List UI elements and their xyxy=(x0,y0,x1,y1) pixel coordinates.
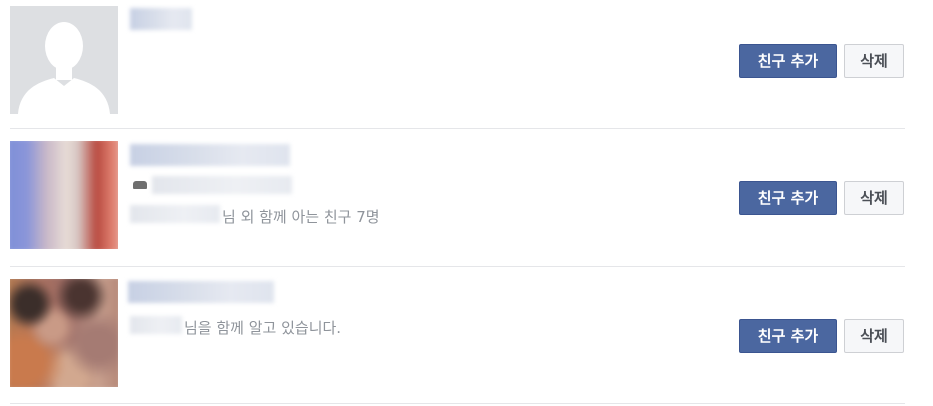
friend-request-row: 님을 함께 알고 있습니다. 친구 추가 삭제 xyxy=(0,267,905,404)
default-avatar-silhouette-icon xyxy=(10,6,118,114)
add-friend-button[interactable]: 친구 추가 xyxy=(739,319,837,353)
avatar[interactable] xyxy=(10,141,118,249)
name-redacted[interactable] xyxy=(128,281,274,303)
friend-request-row: 님 외 함께 아는 친구 7명 친구 추가 삭제 xyxy=(0,129,905,267)
row-divider xyxy=(10,403,905,404)
avatar-image-redacted xyxy=(10,141,118,249)
mutual-friends-text: 님을 함께 알고 있습니다. xyxy=(184,319,342,337)
workplace-redacted xyxy=(152,176,292,194)
add-friend-button[interactable]: 친구 추가 xyxy=(739,181,837,215)
avatar[interactable] xyxy=(10,6,118,114)
mutual-friend-name-redacted xyxy=(130,205,220,223)
work-icon xyxy=(133,181,147,189)
name-redacted[interactable] xyxy=(130,144,290,166)
friend-request-row: 친구 추가 삭제 xyxy=(0,0,905,129)
delete-button[interactable]: 삭제 xyxy=(844,319,904,353)
mutual-friends-text: 님 외 함께 아는 친구 7명 xyxy=(222,208,380,226)
add-friend-button[interactable]: 친구 추가 xyxy=(739,44,837,78)
avatar-image-redacted xyxy=(10,279,118,387)
delete-button[interactable]: 삭제 xyxy=(844,181,904,215)
avatar[interactable] xyxy=(10,279,118,387)
delete-button[interactable]: 삭제 xyxy=(844,44,904,78)
mutual-friend-name-redacted xyxy=(130,316,182,334)
name-redacted[interactable] xyxy=(130,8,192,30)
